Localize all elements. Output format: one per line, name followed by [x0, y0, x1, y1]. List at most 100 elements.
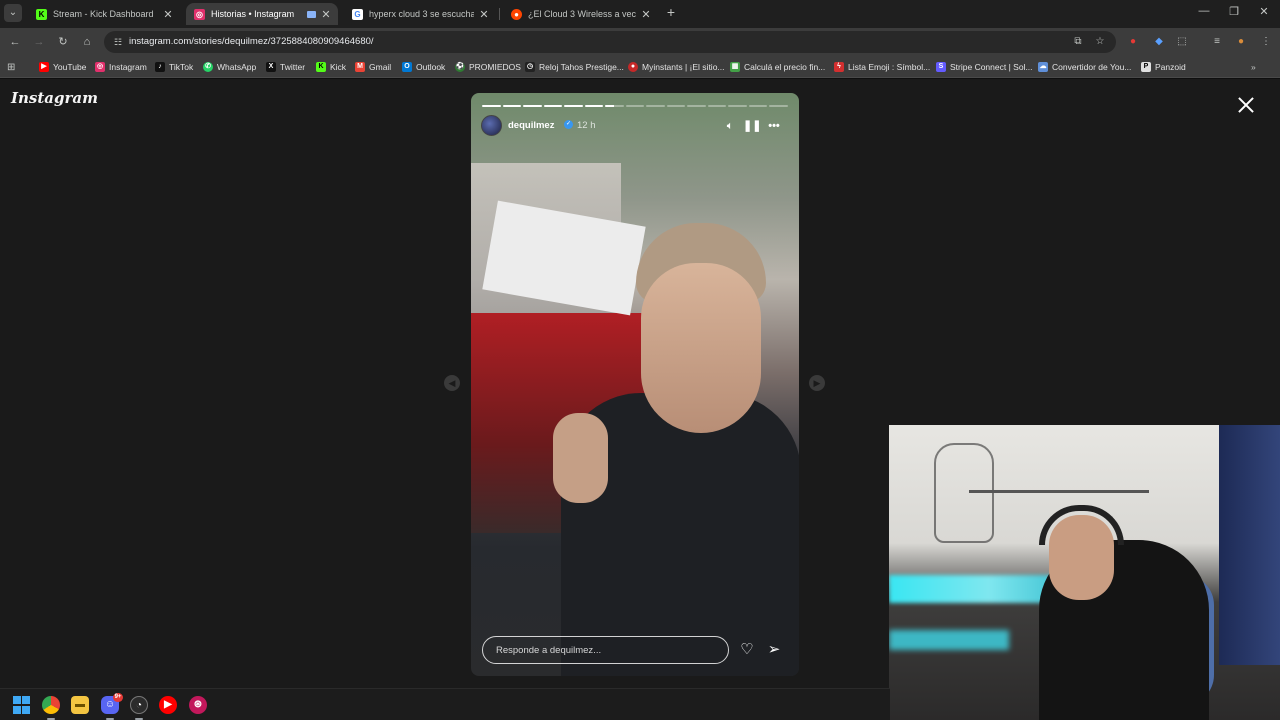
close-icon[interactable]: ✕ [640, 8, 652, 21]
opera-icon[interactable]: ⊛ [189, 696, 207, 714]
bookmark-whatsapp[interactable]: ✆ WhatsApp [203, 61, 256, 73]
story-progress-segment [543, 105, 563, 107]
story-progress-fill [482, 105, 501, 107]
bookmark-emoji[interactable]: ϟ Lista Emoji : Símbol... [834, 61, 930, 73]
reddit-icon: ● [511, 8, 522, 20]
verified-badge-icon: ✓ [564, 120, 573, 129]
tab-strip: ⌄ K Stream - Kick Dashboard ✕ ◎ Historia… [0, 0, 1280, 28]
bookmark-outlook[interactable]: O Outlook [402, 61, 445, 73]
story-viewer[interactable]: dequilmez ✓ 12 h 🔈︎ ❚❚ ••• ♡ ➢ [471, 93, 799, 676]
next-story-arrow-icon[interactable]: ▶ [809, 375, 825, 391]
kick-icon: K [36, 8, 47, 20]
previous-story-arrow-icon[interactable]: ◀ [444, 375, 460, 391]
tab-title: ¿El Cloud 3 Wireless a veces tie [528, 9, 636, 19]
close-icon[interactable]: ✕ [478, 8, 490, 21]
back-arrow-icon[interactable]: ← [8, 35, 22, 49]
close-stories-icon[interactable] [1236, 95, 1256, 115]
pause-icon[interactable]: ❚❚ [743, 118, 761, 134]
story-media-person-hand [553, 413, 608, 503]
reply-input[interactable] [483, 637, 728, 663]
bookmark-label: PROMIEDOS [469, 62, 521, 72]
instagram-icon: ◎ [95, 62, 105, 72]
tab-title: Stream - Kick Dashboard [53, 9, 154, 19]
youtube-icon[interactable]: ▶ [159, 696, 177, 714]
file-explorer-icon[interactable]: ▬ [71, 696, 89, 714]
avatar[interactable] [481, 115, 502, 136]
forward-arrow-icon[interactable]: → [32, 35, 46, 49]
story-progress-segment [584, 105, 604, 107]
reply-field[interactable] [482, 636, 729, 664]
bookmark-tiktok[interactable]: ♪ TikTok [155, 61, 193, 73]
story-progress-segment [748, 105, 768, 107]
reload-icon[interactable]: ↻ [56, 35, 70, 49]
bookmark-star-icon[interactable]: ☆ [1093, 35, 1107, 49]
home-icon[interactable]: ⌂ [80, 35, 94, 49]
minimize-icon[interactable]: — [1196, 5, 1212, 17]
bookmark-calcula[interactable]: ▦ Calculá el precio fin... [730, 61, 825, 73]
tab-kick-dashboard[interactable]: K Stream - Kick Dashboard ✕ [28, 3, 180, 25]
promiedos-icon: ⚽ [455, 62, 465, 72]
tab-reddit[interactable]: ● ¿El Cloud 3 Wireless a veces tie ✕ [503, 3, 658, 25]
windows-taskbar: ▬ ☺ 9+ ◔ ▶ ⊛ [0, 688, 890, 720]
obs-icon[interactable]: ◔ [130, 696, 148, 714]
extension-record-icon[interactable]: ● [1126, 35, 1140, 49]
story-header: dequilmez ✓ 12 h 🔈︎ ❚❚ ••• [481, 115, 789, 137]
send-paper-plane-icon[interactable]: ➢ [765, 641, 783, 659]
more-bookmarks-chevron-icon[interactable]: » [1251, 61, 1256, 73]
more-options-icon[interactable]: ••• [766, 118, 782, 134]
x-icon: X [266, 62, 276, 72]
bookmark-myinstants[interactable]: ● Myinstants | ¡El sitio... [628, 61, 725, 73]
story-progress-bar [482, 105, 788, 107]
like-heart-icon[interactable]: ♡ [738, 641, 756, 659]
bookmark-panzoid[interactable]: P Panzoid [1141, 61, 1186, 73]
tab-search-chevron-icon[interactable]: ⌄ [4, 4, 22, 22]
bookmark-reloj[interactable]: ◷ Reloj Tahos Prestige... [525, 61, 624, 73]
volume-icon[interactable]: 🔈︎ [722, 118, 738, 134]
tab-title: hyperx cloud 3 se escuchan ma [369, 9, 474, 19]
bookmark-kick[interactable]: K Kick [316, 61, 346, 73]
media-playing-icon[interactable] [307, 10, 316, 18]
profile-avatar-icon[interactable]: ● [1234, 35, 1248, 49]
webcam-overlay [889, 425, 1280, 720]
menu-kebab-icon[interactable]: ⋮ [1259, 35, 1273, 49]
window-close-icon[interactable]: ✕ [1256, 5, 1272, 18]
browser-toolbar: ← → ↻ ⌂ ☷ instagram.com/stories/dequilme… [0, 28, 1280, 56]
story-progress-segment [769, 105, 788, 107]
bookmark-twitter[interactable]: X Twitter [266, 61, 305, 73]
discord-icon[interactable]: ☺ 9+ [101, 693, 123, 714]
chrome-icon[interactable] [42, 696, 60, 714]
tab-instagram-stories[interactable]: ◎ Historias • Instagram ✕ [186, 3, 338, 25]
story-progress-segment [666, 105, 686, 107]
headset [1039, 505, 1124, 545]
bookmark-promiedos[interactable]: ⚽ PROMIEDOS [455, 61, 521, 73]
address-bar[interactable]: ☷ instagram.com/stories/dequilmez/372588… [104, 31, 1116, 53]
bookmark-stripe[interactable]: S Stripe Connect | Sol... [936, 61, 1033, 73]
windows-start-icon[interactable] [13, 696, 31, 714]
bookmark-instagram[interactable]: ◎ Instagram [95, 61, 147, 73]
tab-google-search[interactable]: G hyperx cloud 3 se escuchan ma ✕ [344, 3, 496, 25]
maximize-icon[interactable]: ❐ [1226, 5, 1242, 18]
outlook-icon: O [402, 62, 412, 72]
story-progress-fill [584, 105, 604, 107]
close-icon[interactable]: ✕ [162, 8, 174, 21]
story-username[interactable]: dequilmez [508, 120, 554, 131]
instagram-logo[interactable]: Instagram [11, 89, 98, 107]
url-text[interactable]: instagram.com/stories/dequilmez/37258840… [129, 36, 374, 47]
tab-search-list-icon[interactable]: ≡ [1210, 35, 1224, 49]
bookmark-gmail[interactable]: M Gmail [355, 61, 391, 73]
bookmark-youtube[interactable]: ▶ YouTube [39, 61, 86, 73]
bookmark-convertidor[interactable]: ☁ Convertidor de You... [1038, 61, 1131, 73]
kick-icon: K [316, 62, 326, 72]
close-icon[interactable]: ✕ [320, 8, 332, 21]
story-progress-fill [605, 105, 615, 107]
apps-grid-icon[interactable]: ⊞ [7, 61, 15, 73]
install-app-icon[interactable]: ⧉ [1071, 35, 1085, 49]
new-tab-plus-icon[interactable]: + [664, 5, 678, 19]
site-info-icon[interactable]: ☷ [112, 36, 124, 48]
bookmark-label: Gmail [369, 62, 392, 72]
bookmark-label: TikTok [169, 62, 194, 72]
curtain [1219, 425, 1280, 665]
extensions-puzzle-icon[interactable]: ⬚ [1175, 35, 1189, 49]
story-progress-segment [646, 105, 665, 107]
extension-shield-icon[interactable]: ◆ [1152, 35, 1166, 49]
